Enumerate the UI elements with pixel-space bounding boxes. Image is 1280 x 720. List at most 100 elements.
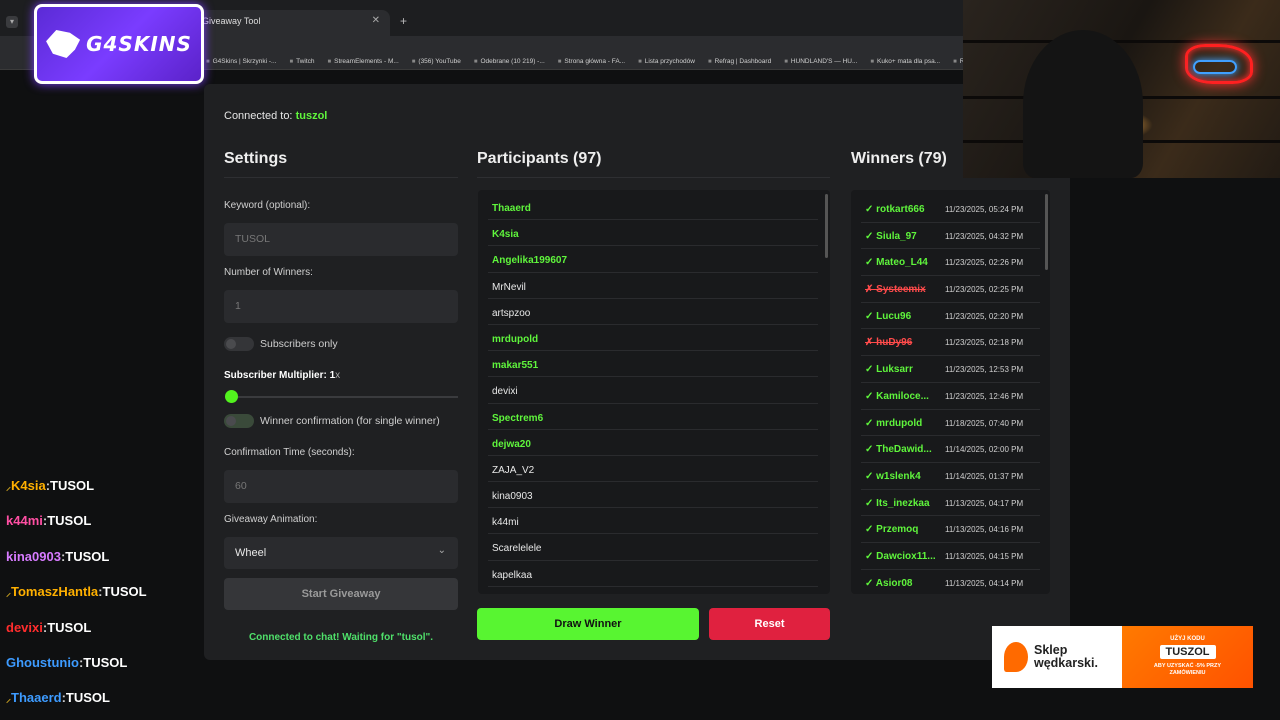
- chat-message: ⸝K4sia:TUSOL: [6, 478, 196, 513]
- winner-timestamp: 11/18/2025, 07:40 PM: [945, 418, 1024, 428]
- winner-name: ✓ Siula_97: [865, 230, 917, 242]
- connected-label: Connected to:: [224, 110, 293, 122]
- participant-row[interactable]: dejwa20: [488, 430, 818, 456]
- bookmark-item[interactable]: G4Skins | Skrzynki -...: [206, 58, 277, 65]
- keyword-input[interactable]: TUSOL: [224, 223, 458, 256]
- participant-row[interactable]: MrNevil: [488, 273, 818, 299]
- new-tab-button[interactable]: +: [400, 14, 407, 28]
- winner-row[interactable]: ✓ Kamiloce... 11/23/2025, 12:46 PM: [861, 383, 1040, 410]
- animation-label: Giveaway Animation:: [224, 514, 318, 525]
- start-giveaway-button[interactable]: Start Giveaway: [224, 578, 458, 610]
- winner-timestamp: 11/14/2025, 01:37 PM: [945, 471, 1024, 481]
- winner-name: ✓ Lucu96: [865, 310, 912, 322]
- winner-row[interactable]: ✗ huDy96 11/23/2025, 02:18 PM: [861, 329, 1040, 357]
- draw-winner-button[interactable]: Draw Winner: [477, 608, 699, 640]
- winner-row[interactable]: ✓ Przemoq 11/13/2025, 04:16 PM: [861, 516, 1040, 543]
- bookmark-item[interactable]: Strona główna - FA...: [558, 58, 625, 65]
- winner-row[interactable]: ✓ Siula_97 11/23/2025, 04:32 PM: [861, 223, 1040, 250]
- bookmark-item[interactable]: Twitch: [289, 58, 314, 65]
- connection-info: Connected to: tuszol: [224, 110, 327, 122]
- participant-row[interactable]: k44mi: [488, 508, 818, 535]
- winner-name: ✓ rotkart666: [865, 204, 925, 215]
- winner-row[interactable]: ✓ mrdupold 11/18/2025, 07:40 PM: [861, 410, 1040, 437]
- multiplier-slider-track[interactable]: [226, 396, 458, 398]
- winner-row[interactable]: ✓ Its_inezkaa 11/13/2025, 04:17 PM: [861, 490, 1040, 517]
- participant-row[interactable]: Scarelelele: [488, 534, 818, 561]
- winner-confirmation-toggle[interactable]: [224, 414, 254, 428]
- tab-search-icon[interactable]: ▾: [6, 16, 18, 28]
- connected-channel: tuszol: [295, 110, 328, 122]
- tab-giveaway-tool[interactable]: Giveaway Tool ✕: [190, 10, 390, 36]
- winner-row[interactable]: ✓ TheDawid... 11/14/2025, 02:00 PM: [861, 436, 1040, 463]
- winner-timestamp: 11/23/2025, 02:26 PM: [945, 258, 1024, 268]
- winners-list[interactable]: ✓ rotkart666 11/23/2025, 05:24 PM ✓ Siula_…: [851, 190, 1050, 594]
- multiplier-slider-handle[interactable]: [225, 390, 238, 403]
- confirmation-time-input[interactable]: 60: [224, 470, 458, 503]
- participant-row[interactable]: kapelkaa: [488, 561, 818, 587]
- winner-row[interactable]: ✓ w1slenk4 11/14/2025, 01:37 PM: [861, 463, 1040, 490]
- participants-title: Participants (97): [477, 150, 602, 167]
- chat-text: TUSOL: [102, 584, 147, 600]
- promo-code: TUSZOL: [1159, 645, 1216, 659]
- bookmark-item[interactable]: Lista przychodów: [638, 58, 695, 65]
- chevron-down-icon: ⌄: [437, 545, 446, 556]
- participant-row[interactable]: K4sia: [488, 220, 818, 247]
- chat-text: TUSOL: [47, 513, 92, 529]
- bookmark-item[interactable]: Kuko+ mata dla psa...: [870, 58, 940, 65]
- bookmark-item[interactable]: HUNDLAND'S — HU...: [784, 58, 858, 65]
- participant-row[interactable]: makar551: [488, 351, 818, 378]
- chat-text: TUSOL: [65, 548, 110, 564]
- winner-row[interactable]: ✓ rotkart666 11/23/2025, 05:24 PM: [861, 196, 1040, 223]
- winners-scrollbar[interactable]: [1045, 194, 1048, 270]
- winner-timestamp: 11/23/2025, 05:24 PM: [945, 205, 1024, 214]
- close-tab-icon[interactable]: ✕: [372, 15, 380, 26]
- winner-name: ✓ Asior08: [865, 577, 913, 589]
- chat-overlay: ⸝K4sia:TUSOL k44mi:TUSOL kina0903:TUSOL ⸝To…: [6, 478, 196, 720]
- participant-row[interactable]: Spectrem6: [488, 404, 818, 430]
- divider: [224, 177, 458, 178]
- keyword-label: Keyword (optional):: [224, 200, 311, 211]
- sponsor-brand-panel: Sklep wędkarski.: [992, 626, 1122, 688]
- chat-username: k44mi: [6, 513, 43, 529]
- chat-text: TUSOL: [65, 690, 110, 706]
- winner-timestamp: 11/13/2025, 04:16 PM: [945, 525, 1024, 535]
- winners-count-input[interactable]: 1: [224, 290, 458, 323]
- bookmark-item[interactable]: (356) YouTube: [412, 58, 460, 65]
- reset-button[interactable]: Reset: [709, 608, 830, 640]
- bookmark-item[interactable]: Odebrane (10 219) -...: [474, 58, 544, 65]
- winner-name: ✓ Its_inezkaa: [865, 497, 930, 509]
- bookmark-item[interactable]: Refrag | Dashboard: [708, 58, 772, 65]
- subscribers-only-toggle[interactable]: [224, 337, 254, 351]
- winner-row[interactable]: ✓ Dawciox11... 11/13/2025, 04:15 PM: [861, 543, 1040, 570]
- divider: [477, 177, 830, 178]
- winner-name: ✓ Kamiloce...: [865, 390, 929, 402]
- winner-name: ✓ mrdupold: [865, 417, 923, 429]
- participant-row[interactable]: kina0903: [488, 482, 818, 509]
- chat-username: Ghoustunio: [6, 654, 79, 670]
- streamer: [1023, 30, 1143, 178]
- participant-row[interactable]: mrdupold: [488, 325, 818, 352]
- participant-row[interactable]: Thaaerd: [488, 194, 818, 221]
- winner-row[interactable]: ✓ Asior08 11/13/2025, 04:14 PM: [861, 570, 1040, 594]
- chat-message: k44mi:TUSOL: [6, 513, 196, 548]
- chat-username: kina0903: [6, 548, 61, 564]
- participant-row[interactable]: devixi: [488, 377, 818, 404]
- participants-list[interactable]: Thaaerd K4sia Angelika199607 MrNevil artspzo…: [478, 190, 830, 594]
- winner-row[interactable]: ✗ Systeemix 11/23/2025, 02:25 PM: [861, 276, 1040, 303]
- multiplier-label-text: Subscriber Multiplier:: [224, 370, 327, 381]
- winner-name: ✓ Przemoq: [865, 524, 919, 536]
- participant-row[interactable]: Angelika199607: [488, 246, 818, 273]
- winners-count-label: Number of Winners:: [224, 267, 313, 278]
- participant-row[interactable]: artspzoo: [488, 299, 818, 325]
- participants-scrollbar[interactable]: [825, 194, 828, 258]
- winner-row[interactable]: ✓ Lucu96 11/23/2025, 02:20 PM: [861, 303, 1040, 330]
- winner-name: ✓ w1slenk4: [865, 470, 921, 482]
- winner-name: ✓ Dawciox11...: [865, 550, 936, 562]
- chat-username: Thaaerd: [11, 690, 62, 706]
- winner-row[interactable]: ✓ Luksarr 11/23/2025, 12:53 PM: [861, 356, 1040, 383]
- winner-timestamp: 11/23/2025, 12:53 PM: [945, 365, 1024, 375]
- bookmark-item[interactable]: StreamElements - M...: [328, 58, 399, 65]
- participant-row[interactable]: ZAJA_V2: [488, 456, 818, 483]
- winner-row[interactable]: ✓ Mateo_L44 11/23/2025, 02:26 PM: [861, 249, 1040, 277]
- animation-select[interactable]: Wheel ⌄: [224, 537, 458, 569]
